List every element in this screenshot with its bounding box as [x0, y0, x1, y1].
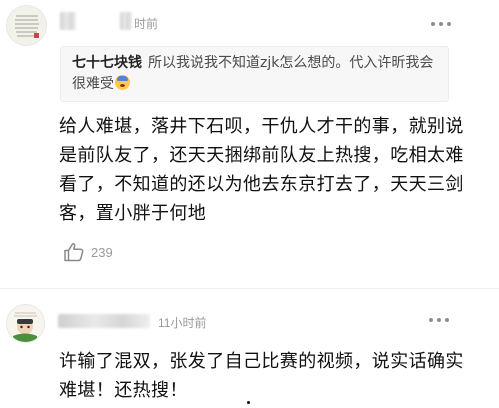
comment-feed: 时前 七十七块钱 所以我说我不知道zjk怎么想的。代入许昕我会很难受 给人难堪，落… — [0, 0, 499, 408]
page-indicator-dot — [247, 401, 250, 404]
thumbs-up-icon — [64, 243, 84, 262]
avatar[interactable] — [6, 5, 47, 46]
comment-time: 11小时前 — [158, 316, 207, 330]
more-dots-icon[interactable] — [431, 20, 451, 28]
avatar-image — [7, 6, 46, 45]
username-blurred — [58, 314, 150, 328]
quote-author[interactable]: 七十七块钱 — [72, 55, 142, 71]
avatar-image — [7, 305, 44, 342]
quoted-reply[interactable]: 七十七块钱 所以我说我不知道zjk怎么想的。代入许昕我会很难受 — [60, 46, 449, 102]
username-blurred — [120, 12, 132, 30]
comment-time: 时前 — [134, 17, 159, 31]
like-button[interactable]: 239 — [63, 242, 113, 262]
comment-text: 许输了混双，张发了自己比赛的视频，说实话确实难堪！还热搜！ — [59, 351, 464, 401]
divider — [0, 288, 499, 289]
username-blurred — [60, 12, 76, 30]
like-count: 239 — [91, 244, 113, 260]
more-dots-icon[interactable] — [429, 316, 449, 324]
avatar[interactable] — [6, 304, 45, 343]
anxious-face-emoji — [115, 75, 130, 90]
comment-text: 给人难堪，落井下石呗，干仇人才干的事，就别说是前队友了，还天天捆绑前队友上热搜，… — [59, 116, 464, 224]
